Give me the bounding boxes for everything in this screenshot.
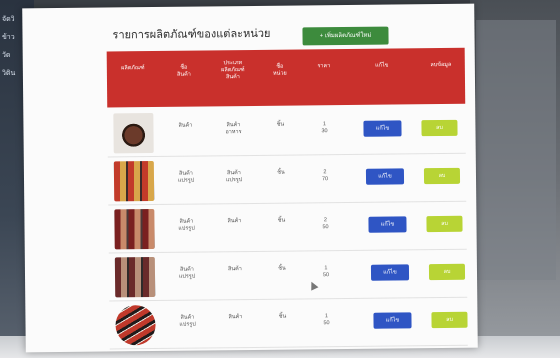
edit-button[interactable]: แก้ไข	[363, 120, 402, 137]
product-category: สินค้า แปรรูป	[225, 170, 243, 184]
background-window	[476, 20, 556, 280]
left-edge-label: วิติน	[2, 69, 16, 77]
table-row: สินค้า สินค้า อาหาร ชิ้น 1 30 แก้ไข ลบ	[107, 106, 466, 158]
table-row: สินค้า แปรรูป สินค้า ชิ้น 1 50 แก้ไข ลบ	[109, 298, 468, 350]
product-price: 1 50	[322, 265, 330, 279]
edit-button[interactable]: แก้ไข	[373, 312, 412, 329]
column-header-category: ประเภท ผลิตภัณฑ์ สินค้า	[221, 60, 245, 81]
left-edge-label: วัด	[2, 51, 11, 59]
product-price: 2 50	[322, 217, 329, 231]
product-category: สินค้า	[228, 314, 243, 321]
product-category: สินค้า อาหาร	[225, 122, 242, 136]
product-thumbnail	[113, 113, 154, 154]
product-price: 1 30	[321, 121, 328, 135]
column-header-image: ผลิตภัณฑ์	[121, 65, 145, 72]
product-price: 1 50	[323, 313, 330, 327]
product-category: สินค้า	[227, 218, 242, 225]
product-name: สินค้า	[178, 122, 193, 129]
product-thumbnail	[113, 161, 155, 202]
edit-button[interactable]: แก้ไข	[365, 168, 405, 185]
delete-button[interactable]: ลบ	[431, 311, 468, 329]
column-header-price: ราคา	[317, 63, 331, 70]
left-edge-label: จัดวิ	[2, 15, 15, 23]
left-edge-label: ข้าว	[2, 33, 15, 41]
product-name: สินค้า แปรรูป	[179, 314, 196, 328]
table-row: สินค้า แปรรูป สินค้า ชิ้น 1 50 แก้ไข ลบ	[109, 250, 468, 302]
desktop-right-edge	[470, 0, 560, 358]
product-unit: ชิ้น	[277, 169, 285, 176]
product-unit: ชิ้น	[276, 121, 285, 128]
column-header-edit: แก้ไข	[375, 62, 389, 69]
table-header: ผลิตภัณฑ์ ชื่อ สินค้า ประเภท ผลิตภัณฑ์ ส…	[106, 47, 466, 108]
product-unit: ชิ้น	[278, 313, 287, 320]
column-header-name: ชื่อ สินค้า	[176, 64, 191, 78]
edit-button[interactable]: แก้ไข	[368, 216, 407, 233]
add-product-button[interactable]: + เพิ่มผลิตภัณฑ์ใหม่	[302, 26, 389, 46]
product-category: สินค้า	[227, 266, 242, 273]
product-name: สินค้า แปรรูป	[177, 170, 195, 184]
table-row: สินค้า แปรรูป สินค้า แปรรูป ชิ้น 2 70 แก้ไข ล…	[108, 154, 467, 206]
product-thumbnail	[114, 209, 155, 250]
product-name: สินค้า แปรรูป	[178, 266, 196, 280]
column-header-unit: ชื่อ หน่วย	[273, 63, 287, 77]
table-row: สินค้า แปรรูป สินค้า ชิ้น 2 50 แก้ไข ลบ	[108, 202, 467, 254]
delete-button[interactable]: ลบ	[428, 263, 466, 281]
product-price: 2 70	[321, 169, 329, 183]
app-window: รายการผลิตภัณฑ์ของแต่ละหน่วย + เพิ่มผลิต…	[22, 3, 478, 353]
delete-button[interactable]: ลบ	[421, 119, 458, 137]
edit-button[interactable]: แก้ไข	[370, 264, 410, 281]
product-unit: ชิ้น	[278, 265, 286, 272]
delete-button[interactable]: ลบ	[426, 215, 463, 233]
page-title: รายการผลิตภัณฑ์ของแต่ละหน่วย	[112, 27, 271, 42]
product-thumbnail	[115, 304, 156, 346]
delete-button[interactable]: ลบ	[423, 167, 461, 185]
product-thumbnail	[114, 257, 156, 298]
product-name: สินค้า แปรรูป	[178, 218, 195, 232]
column-header-delete: ลบข้อมูล	[430, 61, 452, 69]
product-unit: ชิ้น	[277, 217, 286, 224]
